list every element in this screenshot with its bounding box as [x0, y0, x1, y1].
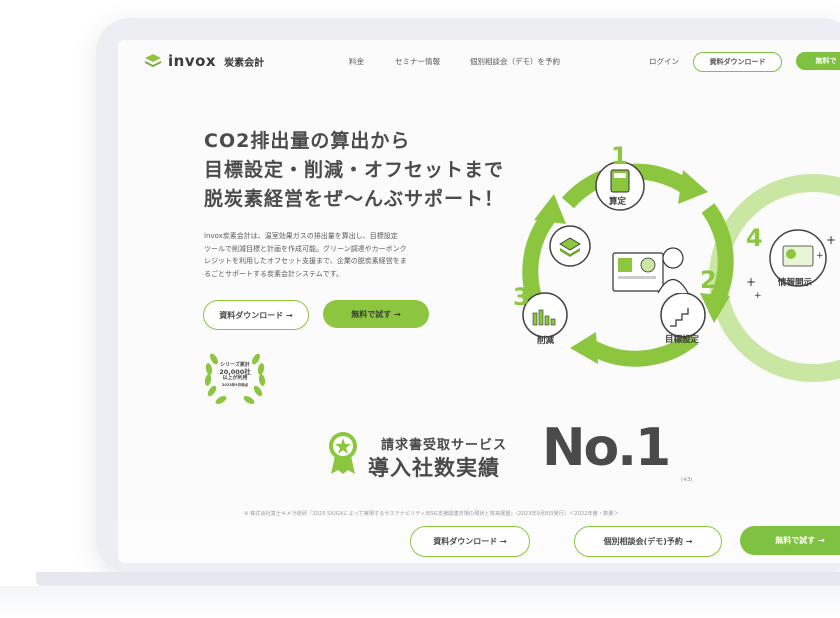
step-label-target: 目標設定 — [665, 335, 700, 345]
hero-description: invox炭素会計は、温室効果ガスの排出量を算出し、目標設定 ツールで削減目標と… — [204, 230, 419, 280]
award-medal-icon — [329, 432, 357, 474]
step-label-disclosure: 情報開示 — [778, 278, 813, 288]
header-free-trial-button[interactable]: 無料で — [796, 52, 840, 70]
step-number: 3 — [513, 283, 530, 311]
site-logo[interactable]: invox 炭素会計 — [144, 52, 264, 70]
logo-subtitle: 炭素会計 — [224, 57, 265, 69]
cycle-arrows-graphic: + + + + — [522, 161, 840, 382]
hero-free-trial-button[interactable]: 無料で試す → — [323, 300, 429, 328]
svg-text:+: + — [816, 251, 824, 261]
headline-line-2: 目標設定・削減・オフセットまで — [204, 159, 505, 181]
svg-text:+: + — [746, 275, 756, 289]
step-number: 4 — [746, 224, 763, 252]
logo-text: invox — [168, 52, 217, 70]
sticky-cta-bar: 資料ダウンロード → 個別相談会(デモ)予約 → 無料で試す → — [118, 518, 840, 563]
header-download-button[interactable]: 資料ダウンロード — [693, 52, 782, 72]
badge-line: 2023年9月時点 — [221, 382, 249, 387]
nav-login[interactable]: ログイン — [649, 56, 679, 67]
sticky-free-trial-button[interactable]: 無料で試す → — [740, 526, 840, 555]
description-line: るごとサポートする炭素会計システムです。 — [204, 269, 344, 278]
laptop-base — [36, 572, 840, 586]
browser-screen: invox 炭素会計 料金 セミナー情報 個別相談会（デモ）を予約 ログイン 資… — [118, 40, 840, 563]
description-line: invox炭素会計は、温室効果ガスの排出量を算出し、目標設定 — [204, 232, 398, 240]
award-title: 導入社数実績 — [368, 456, 500, 480]
award-note: (※3) — [681, 477, 693, 483]
award-number-one: No.1 — [542, 418, 671, 478]
headline-line-1: CO2排出量の算出から — [204, 130, 411, 152]
svg-text:+: + — [754, 291, 762, 301]
nav-seminar[interactable]: セミナー情報 — [395, 56, 440, 67]
description-line: レジットを利用したオフセット支援まで、企業の脱炭素経営をま — [204, 257, 407, 265]
layers-logo-icon — [144, 53, 162, 69]
cycle-illustration: + + + + 1 算定 2 目標設定 3 削減 4 情報開示 — [508, 142, 840, 383]
headline-line-3: 脱炭素経営をぜ〜んぶサポート！ — [204, 188, 505, 210]
badge-text: シリーズ累計 20,000社 以上が利用 2023年9月時点 — [216, 362, 254, 388]
hero-download-button[interactable]: 資料ダウンロード → — [203, 300, 309, 330]
step-label-reduce: 削減 — [537, 336, 555, 346]
step-number: 2 — [700, 266, 717, 294]
nav-pricing[interactable]: 料金 — [349, 56, 364, 67]
award-subtitle: 請求書受取サービス — [381, 438, 508, 453]
hero-headline: CO2排出量の算出から 目標設定・削減・オフセットまで 脱炭素経営をぜ〜んぶサポ… — [204, 127, 504, 214]
site-header: invox 炭素会計 料金 セミナー情報 個別相談会（デモ）を予約 ログイン 資… — [118, 40, 840, 84]
nav-demo-booking[interactable]: 個別相談会（デモ）を予約 — [470, 56, 560, 67]
laptop-shadow — [0, 586, 840, 618]
award-footnote: ※ 株式会社富士キメラ総研「2023 SX/GXによって実現するサステナビリティ… — [244, 511, 619, 517]
step-number: 1 — [611, 142, 628, 170]
step-label-calculate: 算定 — [609, 197, 627, 207]
description-line: ツールで削減目標と計画を作成可能。グリーン調達やカーボンク — [204, 244, 407, 253]
sticky-demo-button[interactable]: 個別相談会(デモ)予約 → — [574, 526, 722, 557]
sticky-download-button[interactable]: 資料ダウンロード → — [410, 526, 530, 557]
svg-text:+: + — [826, 233, 836, 247]
